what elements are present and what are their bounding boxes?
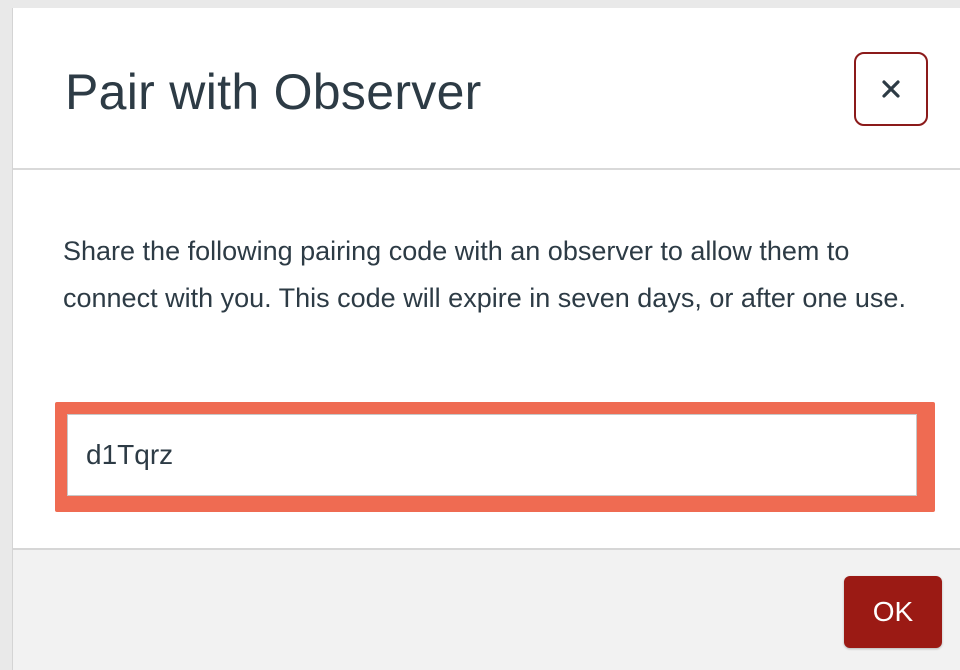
pairing-code-field[interactable] (67, 414, 917, 496)
dialog-header: Pair with Observer (13, 8, 960, 170)
pairing-code-highlight (55, 402, 935, 512)
close-icon (882, 80, 900, 98)
dialog-footer: OK (13, 548, 960, 670)
close-button[interactable] (854, 52, 928, 126)
dialog-body: Share the following pairing code with an… (13, 170, 960, 548)
dialog-title: Pair with Observer (65, 64, 482, 120)
pair-with-observer-dialog: Pair with Observer Share the following p… (12, 8, 960, 670)
pairing-description: Share the following pairing code with an… (63, 236, 906, 313)
ok-button[interactable]: OK (844, 576, 942, 648)
